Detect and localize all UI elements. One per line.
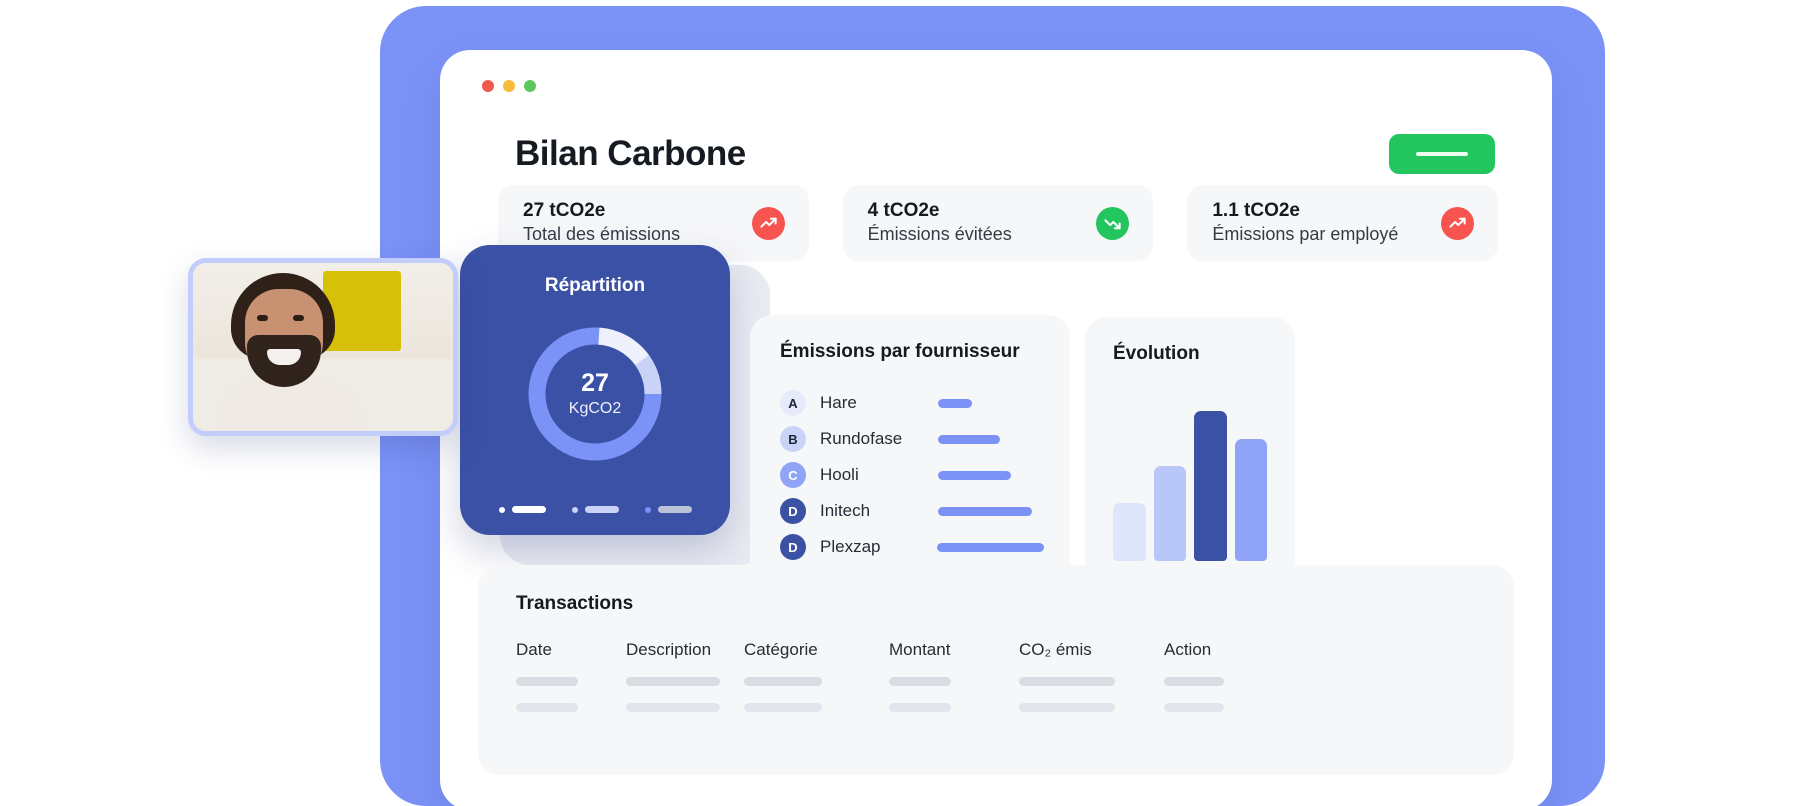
- cell-placeholder: [1019, 703, 1115, 712]
- donut-center-label: 27 KgCO2: [520, 319, 670, 469]
- column-header-co2-emis[interactable]: CO₂ émis: [1019, 640, 1164, 660]
- kpi-value: 4 tCO2e: [867, 200, 940, 222]
- cell-placeholder: [889, 703, 951, 712]
- kpi-value: 1.1 tCO2e: [1212, 200, 1300, 222]
- avatar: D: [780, 498, 806, 524]
- kpi-label: Émissions évitées: [867, 224, 1012, 245]
- kpi-label: Émissions par employé: [1212, 224, 1399, 245]
- avatar: A: [780, 390, 806, 416]
- minimize-icon[interactable]: [503, 80, 515, 92]
- bar-3: [1194, 411, 1227, 561]
- window-traffic-lights: [482, 80, 536, 92]
- app-window: Bilan Carbone 27 tCO2e Total des émissio…: [440, 50, 1552, 806]
- suppliers-list: A Hare B Rundofase C Hooli D Initech D P…: [780, 385, 1044, 565]
- legend-item: [498, 506, 546, 513]
- trend-up-icon: [1441, 206, 1475, 240]
- list-item[interactable]: D Plexzap: [780, 529, 1044, 565]
- maximize-icon[interactable]: [524, 80, 536, 92]
- avatar: D: [780, 534, 806, 560]
- transactions-title: Transactions: [516, 593, 634, 614]
- legend-item: [644, 506, 692, 513]
- kpi-text: 27 tCO2e Total des émissions: [523, 199, 680, 246]
- avatar: B: [780, 426, 806, 452]
- evolution-title: Évolution: [1113, 343, 1200, 364]
- suppliers-title: Émissions par fournisseur: [780, 341, 1020, 362]
- supplier-name: Hooli: [820, 465, 859, 484]
- cell-placeholder: [1164, 677, 1224, 686]
- supplier-name: Plexzap: [820, 537, 881, 556]
- cell-placeholder: [744, 677, 822, 686]
- list-item[interactable]: B Rundofase: [780, 421, 1044, 457]
- supplier-bar: [938, 398, 972, 408]
- video-person-body: [215, 379, 365, 431]
- evolution-card: Évolution: [1085, 317, 1295, 587]
- list-item[interactable]: C Hooli: [780, 457, 1044, 493]
- evolution-bar-chart: [1113, 393, 1267, 561]
- repartition-card: Répartition 27 KgCO2: [460, 245, 730, 535]
- legend-dot-icon: [498, 506, 505, 513]
- close-icon[interactable]: [482, 80, 494, 92]
- supplier-bar: [936, 542, 1044, 552]
- table-header-row: Date Description Catégorie Montant CO₂ é…: [516, 640, 1480, 660]
- donut-unit: KgCO2: [568, 399, 622, 417]
- supplier-bar: [938, 434, 1000, 444]
- cell-placeholder: [516, 703, 578, 712]
- suppliers-card: Émissions par fournisseur A Hare B Rundo…: [750, 315, 1070, 587]
- legend-bar: [511, 506, 546, 513]
- legend-dot-icon: [571, 506, 578, 513]
- legend-dot-icon: [644, 506, 651, 513]
- cell-placeholder: [626, 703, 720, 712]
- bar-2: [1153, 466, 1186, 561]
- button-label-placeholder: [1416, 152, 1468, 156]
- cell-placeholder: [1164, 703, 1224, 712]
- legend-bar: [584, 506, 619, 513]
- list-item[interactable]: D Initech: [780, 493, 1044, 529]
- primary-action-button[interactable]: [1389, 134, 1495, 174]
- column-header-description[interactable]: Description: [626, 640, 744, 660]
- video-wall-art: [323, 271, 401, 351]
- bar-1: [1113, 503, 1146, 561]
- column-header-montant[interactable]: Montant: [889, 640, 1019, 660]
- middle-cards-row: Répartition 27 KgCO2 Émissions par fourn…: [460, 245, 1535, 587]
- column-header-action[interactable]: Action: [1164, 640, 1264, 660]
- avatar: C: [780, 462, 806, 488]
- supplier-bar: [938, 506, 1032, 516]
- supplier-name: Rundofase: [820, 429, 903, 448]
- trend-up-icon: [751, 206, 785, 240]
- list-item[interactable]: A Hare: [780, 385, 1044, 421]
- legend-item: [571, 506, 619, 513]
- cell-placeholder: [516, 677, 578, 686]
- cell-placeholder: [626, 677, 720, 686]
- table-row: [516, 677, 1480, 686]
- kpi-label: Total des émissions: [523, 224, 681, 245]
- repartition-title: Répartition: [544, 275, 646, 296]
- table-row: [516, 703, 1480, 712]
- supplier-name: Hare: [820, 393, 857, 412]
- donut-value: 27: [581, 368, 609, 397]
- bar-4: [1234, 439, 1267, 561]
- trend-down-icon: [1096, 206, 1130, 240]
- page-title: Bilan Carbone: [515, 134, 746, 173]
- kpi-value: 27 tCO2e: [523, 200, 606, 222]
- kpi-text: 1.1 tCO2e Émissions par employé: [1212, 199, 1398, 246]
- video-frame: [193, 263, 453, 431]
- video-thumbnail[interactable]: [188, 258, 458, 436]
- repartition-donut-chart: 27 KgCO2: [520, 319, 670, 469]
- cell-placeholder: [889, 677, 951, 686]
- column-header-categorie[interactable]: Catégorie: [744, 640, 889, 660]
- cell-placeholder: [1019, 677, 1115, 686]
- supplier-name: Initech: [820, 501, 871, 520]
- video-person-eye-right: [293, 315, 304, 321]
- supplier-bar: [938, 470, 1011, 480]
- video-person-eye-left: [257, 315, 268, 321]
- screenshot-root: Bilan Carbone 27 tCO2e Total des émissio…: [0, 0, 1800, 806]
- transactions-card: Transactions Date Description Catégorie …: [478, 565, 1514, 775]
- kpi-text: 4 tCO2e Émissions évitées: [868, 199, 1012, 246]
- column-header-date[interactable]: Date: [516, 640, 626, 660]
- cell-placeholder: [744, 703, 822, 712]
- legend-bar: [657, 506, 692, 513]
- repartition-legend: [460, 506, 730, 513]
